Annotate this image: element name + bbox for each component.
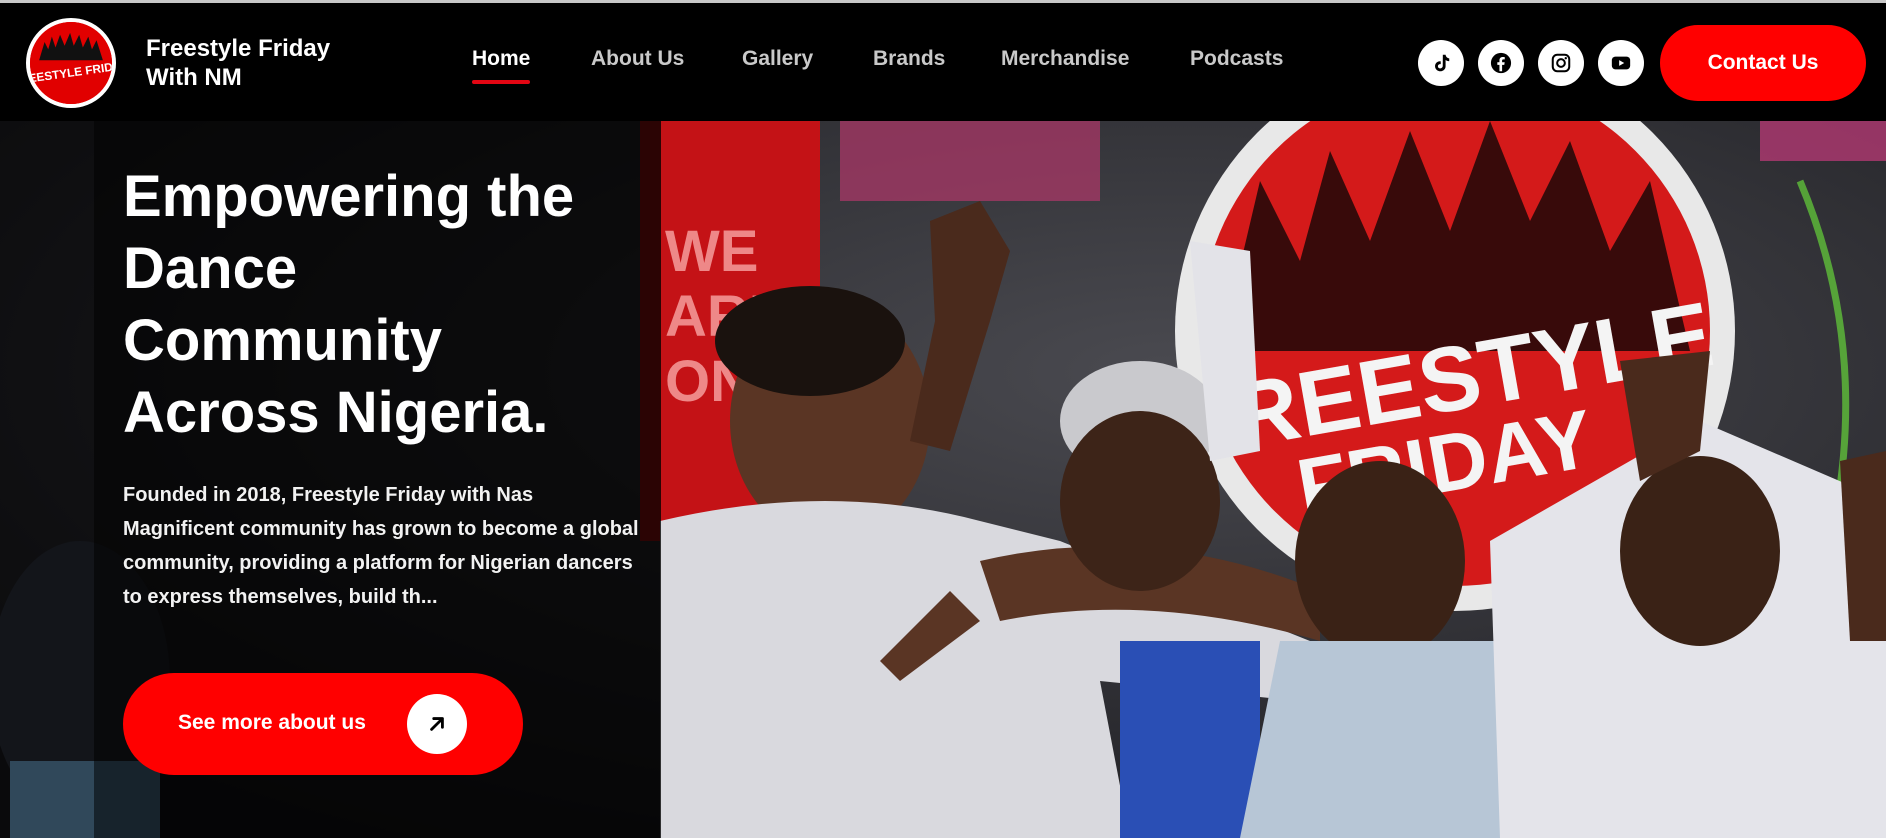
brand-name[interactable]: Freestyle Friday With NM bbox=[146, 34, 330, 92]
logo-graphic: FREESTYLE FRIDAY bbox=[30, 22, 112, 104]
nav-merchandise[interactable]: Merchandise bbox=[1001, 47, 1129, 71]
nav-gallery[interactable]: Gallery bbox=[742, 47, 813, 71]
youtube-icon bbox=[1611, 56, 1631, 70]
facebook-link[interactable] bbox=[1478, 40, 1524, 86]
see-more-label: See more about us bbox=[178, 711, 366, 734]
site-header: FREESTYLE FRIDAY Freestyle Friday With N… bbox=[0, 3, 1886, 121]
see-more-about-us-button[interactable]: See more about us bbox=[123, 673, 523, 775]
brand-name-line2: With NM bbox=[146, 64, 242, 91]
hero-description: Founded in 2018, Freestyle Friday with N… bbox=[123, 484, 639, 608]
tiktok-link[interactable] bbox=[1418, 40, 1464, 86]
hero-left-shade bbox=[0, 121, 94, 838]
instagram-link[interactable] bbox=[1538, 40, 1584, 86]
nav-about-us[interactable]: About Us bbox=[591, 47, 684, 71]
hero-section: WE ARE ONE FREESTYLE FRIDAY bbox=[0, 121, 1886, 838]
tiktok-icon bbox=[1435, 54, 1450, 72]
contact-us-button[interactable]: Contact Us bbox=[1660, 25, 1866, 101]
hero-title-line: Across Nigeria. bbox=[123, 380, 549, 445]
site-logo[interactable]: FREESTYLE FRIDAY bbox=[26, 18, 116, 108]
nav-podcasts[interactable]: Podcasts bbox=[1190, 47, 1283, 71]
brand-name-line1: Freestyle Friday bbox=[146, 35, 331, 62]
youtube-link[interactable] bbox=[1598, 40, 1644, 86]
instagram-icon bbox=[1551, 53, 1571, 73]
nav-brands[interactable]: Brands bbox=[873, 47, 945, 71]
hero-title-line: Community bbox=[123, 308, 442, 373]
arrow-up-right-icon bbox=[407, 694, 467, 754]
banner-text-1: WE bbox=[665, 219, 758, 284]
hero-title-line: Dance bbox=[123, 236, 298, 301]
hero-title-line: Empowering the bbox=[123, 164, 575, 229]
facebook-icon bbox=[1490, 52, 1512, 74]
hero-title: Empowering the Dance Community Across Ni… bbox=[123, 161, 643, 449]
nav-home[interactable]: Home bbox=[472, 47, 531, 84]
